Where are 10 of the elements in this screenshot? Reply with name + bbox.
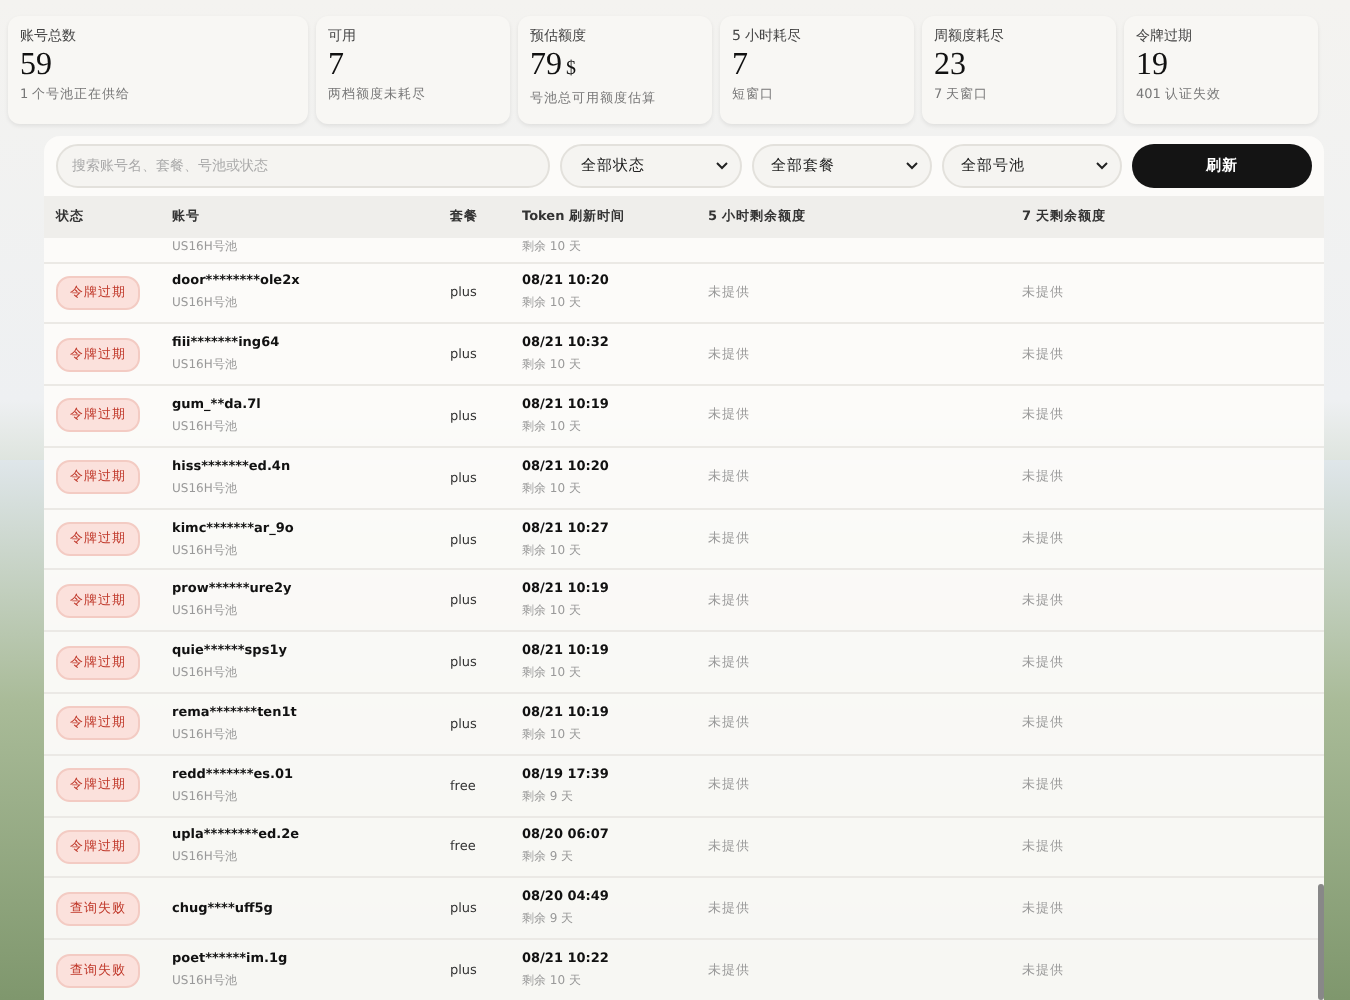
scrollbar-thumb[interactable] xyxy=(1318,884,1324,1000)
stat-value: 23 xyxy=(934,50,968,82)
stat-value: 7 xyxy=(328,50,346,82)
chevron-down-icon xyxy=(905,162,918,170)
stat-value: 59 xyxy=(20,50,54,82)
chevron-down-icon xyxy=(715,162,728,170)
stat-value: 7 xyxy=(732,50,750,82)
stat-value: 79$ xyxy=(530,50,578,86)
chevron-down-icon xyxy=(1095,162,1108,170)
stat-value: 19 xyxy=(1136,50,1170,82)
